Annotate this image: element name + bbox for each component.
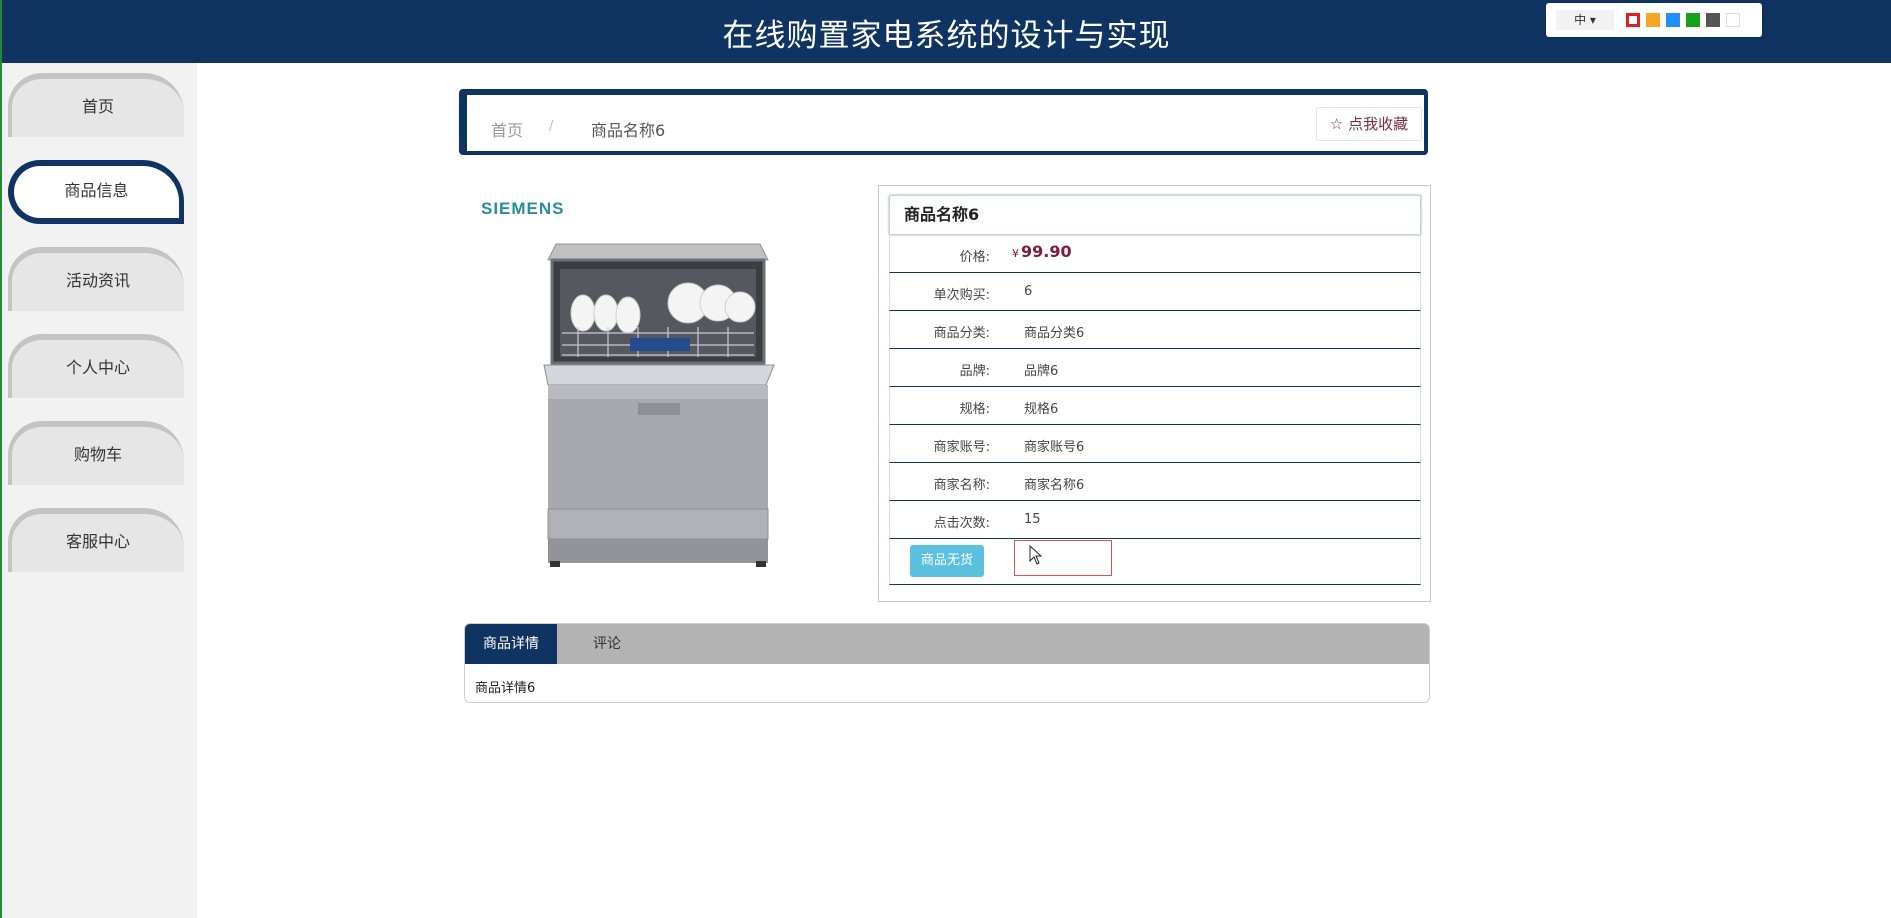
- field-value: 商品分类6: [1024, 326, 1085, 341]
- sidebar-item-profile[interactable]: 个人中心: [8, 334, 184, 398]
- tab-comments[interactable]: 评论: [557, 624, 657, 664]
- breadcrumb-separator: /: [549, 119, 554, 134]
- field-row-merchant-name: 商家名称: 商家名称6: [889, 463, 1421, 501]
- price-amount: 99.90: [1021, 242, 1072, 261]
- language-label: 中: [1574, 13, 1587, 27]
- tab-content: 商品详情6: [475, 681, 536, 696]
- detail-tabs: 商品详情 评论 商品详情6: [464, 623, 1430, 703]
- brand-logo: SIEMENS: [481, 199, 565, 218]
- field-row-merchant-account: 商家账号: 商家账号6: [889, 425, 1421, 463]
- price-row: 价格: ¥99.90: [889, 235, 1421, 273]
- field-value: 商家账号6: [1024, 440, 1085, 455]
- theme-swatch-gray[interactable]: [1706, 13, 1720, 27]
- field-row-spec: 规格: 规格6: [889, 387, 1421, 425]
- language-select[interactable]: 中 ▾: [1556, 10, 1614, 30]
- field-label: 品牌:: [959, 364, 990, 379]
- product-name: 商品名称6: [889, 195, 1421, 235]
- field-label: 单次购买:: [933, 288, 990, 303]
- price-label: 价格:: [959, 250, 990, 265]
- sidebar-item-products[interactable]: 商品信息: [8, 160, 184, 224]
- theme-swatch-red[interactable]: [1626, 13, 1640, 27]
- field-row-clicks: 点击次数: 15: [889, 501, 1421, 539]
- currency-symbol: ¥: [1012, 247, 1019, 260]
- theme-swatch-blue[interactable]: [1666, 13, 1680, 27]
- field-value: 15: [1024, 512, 1041, 527]
- tab-product-details[interactable]: 商品详情: [465, 624, 557, 664]
- theme-swatch-green[interactable]: [1686, 13, 1700, 27]
- field-row-category: 商品分类: 商品分类6: [889, 311, 1421, 349]
- header-bar: 在线购置家电系统的设计与实现 中 ▾: [0, 0, 1891, 63]
- field-value: 商家名称6: [1024, 478, 1085, 493]
- field-label: 商家账号:: [933, 440, 990, 455]
- field-value: 品牌6: [1024, 364, 1059, 379]
- price-value: ¥99.90: [1012, 242, 1072, 261]
- field-label: 规格:: [959, 402, 990, 417]
- field-value: 6: [1024, 284, 1033, 299]
- field-row-brand: 品牌: 品牌6: [889, 349, 1421, 387]
- theme-swatch-orange[interactable]: [1646, 13, 1660, 27]
- out-of-stock-button[interactable]: 商品无货: [910, 545, 984, 577]
- field-row-quantity: 单次购买: 6: [889, 273, 1421, 311]
- favorite-button[interactable]: ☆ 点我收藏: [1316, 107, 1422, 141]
- field-value: 规格6: [1024, 402, 1059, 417]
- theme-swatch-white[interactable]: [1726, 13, 1740, 27]
- sidebar-item-cart[interactable]: 购物车: [8, 421, 184, 485]
- sidebar-item-service[interactable]: 客服中心: [8, 508, 184, 572]
- product-image: SIEMENS: [481, 199, 775, 567]
- breadcrumb: 首页 / 商品名称6 ☆ 点我收藏: [459, 89, 1428, 155]
- sidebar-item-home[interactable]: 首页: [8, 73, 184, 137]
- action-row: 商品无货: [889, 539, 1421, 585]
- field-label: 点击次数:: [933, 516, 990, 531]
- field-label: 商家名称:: [933, 478, 990, 493]
- field-label: 商品分类:: [933, 326, 990, 341]
- breadcrumb-current: 商品名称6: [591, 121, 666, 140]
- breadcrumb-home-link[interactable]: 首页: [491, 117, 523, 141]
- sidebar: 首页 商品信息 活动资讯 个人中心 购物车 客服中心: [0, 63, 197, 918]
- theme-switcher: 中 ▾: [1546, 3, 1762, 37]
- mouse-cursor-icon: [1029, 545, 1043, 565]
- product-info-panel: 商品名称6 价格: ¥99.90 单次购买: 6 商品分类: 商品分类6 品牌:…: [878, 185, 1431, 602]
- sidebar-item-news[interactable]: 活动资讯: [8, 247, 184, 311]
- tab-bar: 商品详情 评论: [465, 624, 1429, 664]
